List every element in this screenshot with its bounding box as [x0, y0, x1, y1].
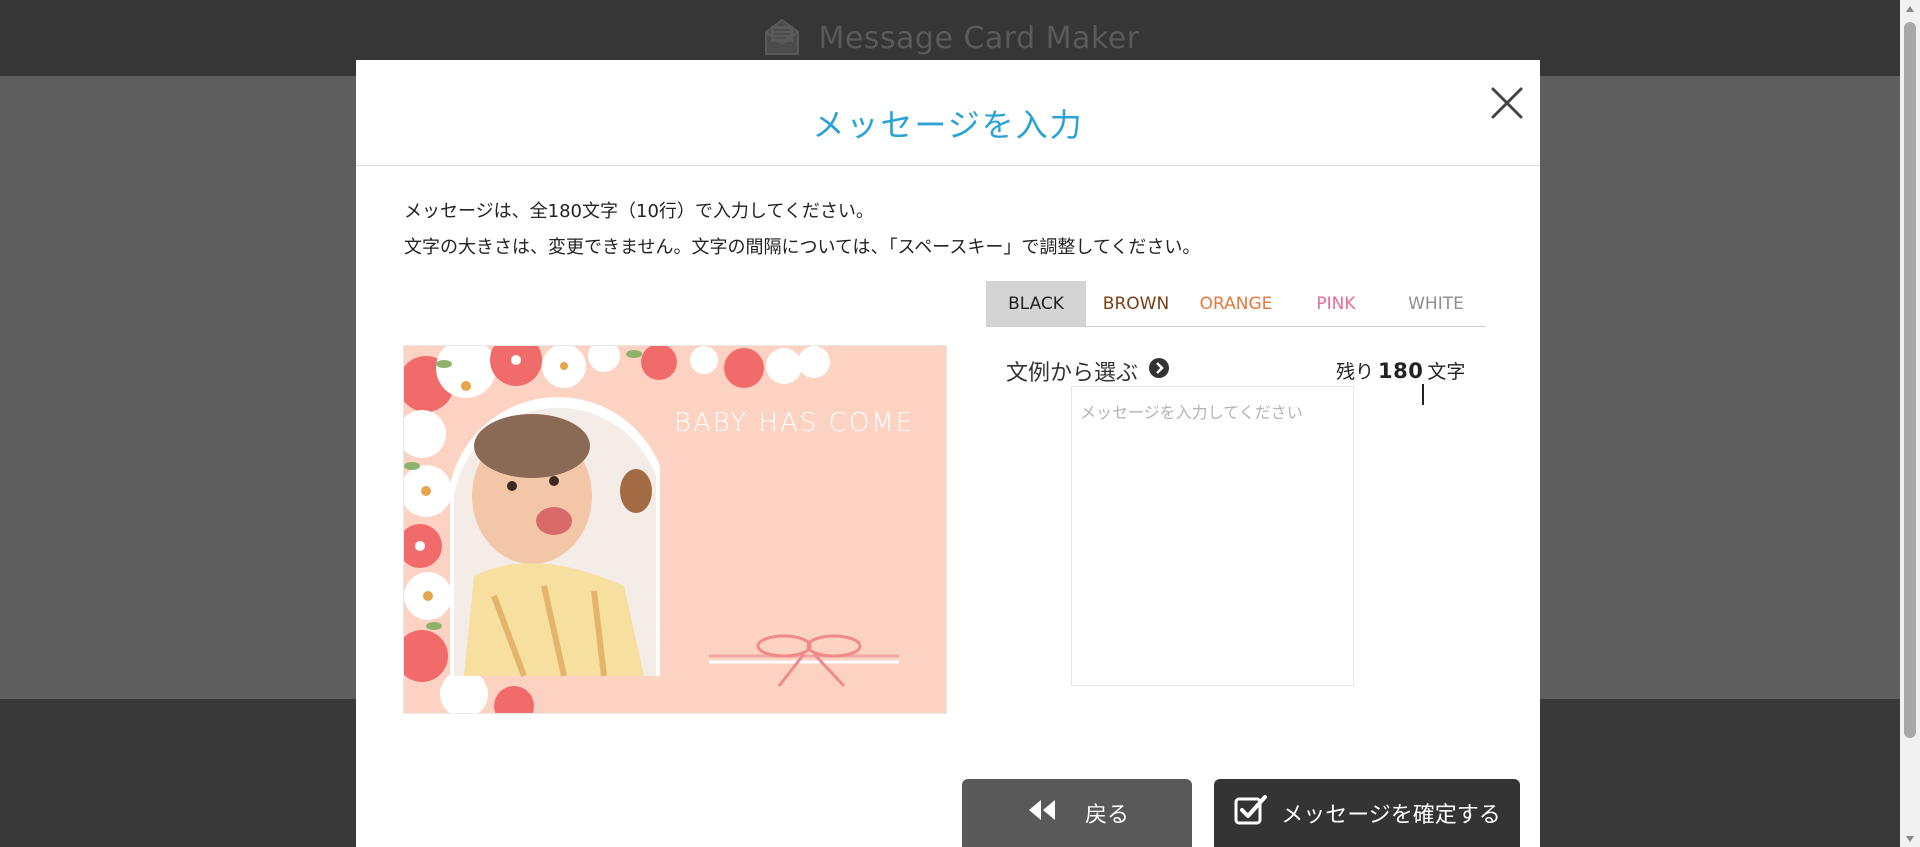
envelope-icon: [760, 14, 804, 62]
card-preview: BABY HAS COME: [403, 345, 947, 714]
remaining-prefix: 残り: [1336, 361, 1375, 383]
example-messages-link[interactable]: 文例から選ぶ: [1006, 355, 1170, 387]
tab-white[interactable]: WHITE: [1386, 281, 1486, 326]
remaining-count: 180: [1378, 359, 1424, 383]
page-scrollbar[interactable]: [1900, 0, 1920, 847]
chevron-right-circle-icon: [1148, 357, 1170, 385]
tab-orange[interactable]: ORANGE: [1186, 281, 1286, 326]
instruction-line: 文字の大きさは、変更できません。文字の間隔については、「スペースキー」で調整して…: [404, 237, 1201, 258]
tab-pink[interactable]: PINK: [1286, 281, 1386, 326]
color-tabs: BLACK BROWN ORANGE PINK WHITE: [986, 281, 1486, 327]
baby-photo: [450, 397, 660, 678]
message-modal: メッセージを入力 メッセージは、全180文字（10行）で入力してください。 文字…: [356, 60, 1540, 847]
back-label: 戻る: [1084, 803, 1129, 828]
remaining-suffix: 文字: [1427, 361, 1466, 383]
card-text: BABY HAS COME: [674, 408, 915, 438]
modal-header: メッセージを入力: [356, 60, 1540, 166]
message-input[interactable]: [1071, 386, 1354, 686]
back-button[interactable]: 戻る: [962, 779, 1192, 847]
scroll-down-arrow-icon[interactable]: [1900, 830, 1920, 847]
close-button[interactable]: [1484, 80, 1530, 126]
tab-brown[interactable]: BROWN: [1086, 281, 1186, 326]
card-illustration: [404, 346, 946, 713]
scroll-up-arrow-icon[interactable]: [1900, 0, 1920, 17]
tab-black[interactable]: BLACK: [986, 281, 1086, 326]
text-cursor: [1422, 384, 1424, 405]
confirm-label: メッセージを確定する: [1281, 803, 1501, 828]
double-chevron-left-icon: [1025, 798, 1059, 828]
instruction-line: メッセージは、全180文字（10行）で入力してください。: [404, 201, 874, 222]
checkbox-checked-icon: [1233, 793, 1269, 833]
close-icon[interactable]: [1484, 87, 1530, 130]
scroll-thumb[interactable]: [1904, 22, 1916, 738]
instructions: メッセージは、全180文字（10行）で入力してください。 文字の大きさは、変更で…: [404, 194, 1200, 266]
app-logo: Message Card Maker: [760, 14, 1139, 62]
app-title: Message Card Maker: [818, 20, 1140, 56]
example-link-label: 文例から選ぶ: [1006, 361, 1139, 386]
remaining-characters: 残り 180 文字: [1336, 357, 1465, 384]
modal-title: メッセージを入力: [812, 106, 1084, 144]
confirm-message-button[interactable]: メッセージを確定する: [1214, 779, 1520, 847]
